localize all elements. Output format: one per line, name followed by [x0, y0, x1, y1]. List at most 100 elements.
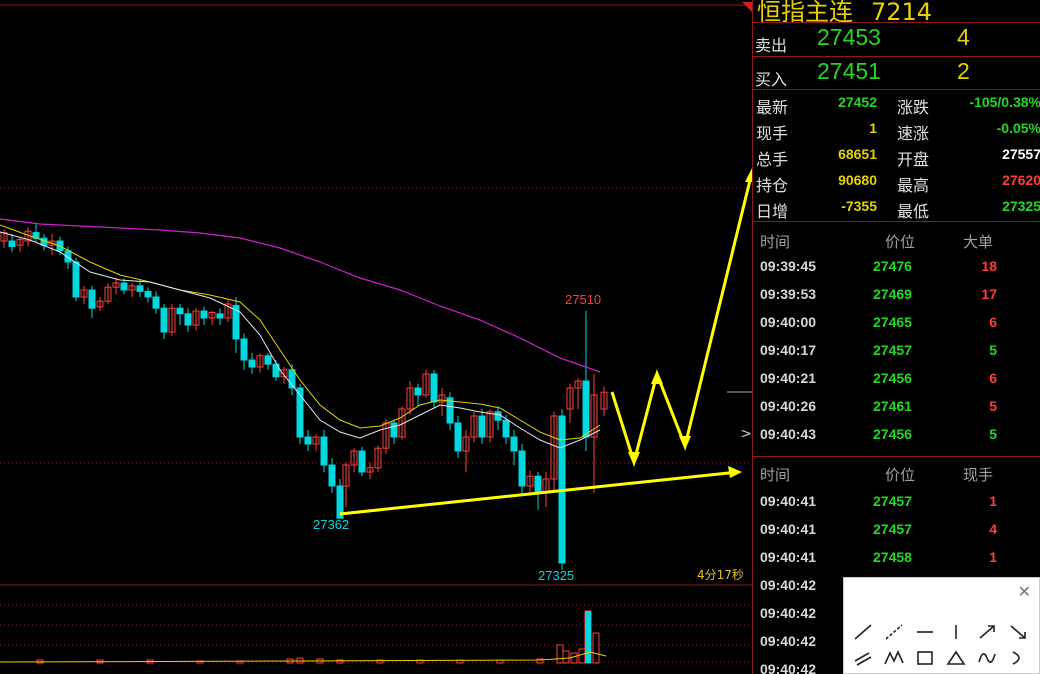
tick-time: 09:40:41: [760, 521, 817, 537]
stat-label: 速涨: [897, 124, 930, 143]
projection-path: [610, 171, 752, 468]
stat-label: 开盘: [897, 150, 930, 169]
col-time-header: 时间: [760, 466, 791, 484]
quote-stat-row: 最新 27452 涨跌 -105/0.38%: [753, 90, 1040, 117]
tick-price: 27457: [873, 521, 912, 537]
stat-label: 最新: [756, 98, 789, 117]
candle-body: [304, 436, 312, 445]
stat-value: -105/0.38%: [969, 94, 1040, 110]
big-order-row[interactable]: 09:40:26 27461 5: [753, 392, 1040, 420]
candle-body: [502, 419, 510, 438]
candle-body: [200, 310, 208, 319]
stat-value: 27557: [1002, 146, 1040, 162]
tick-volume: 4: [989, 521, 997, 537]
big-order-row[interactable]: 09:40:43 27456 5: [753, 420, 1040, 448]
tick-volume: 1: [989, 549, 997, 565]
corner-marker: [742, 2, 752, 12]
candle-body: [240, 338, 248, 361]
stat-label: 最低: [897, 202, 930, 221]
ask-label: 卖出: [755, 36, 788, 55]
order-time: 09:40:00: [760, 314, 817, 330]
quote-stat-row: 持仓 90680 最高 27620: [753, 168, 1040, 195]
vertical-line-icon[interactable]: [945, 622, 967, 642]
quote-stat-row: 现手 1 速涨 -0.05%: [753, 116, 1040, 143]
arrow-down-right-icon[interactable]: [1007, 622, 1029, 642]
col-time-header: 时间: [760, 233, 791, 251]
order-volume: 5: [989, 426, 997, 442]
close-icon[interactable]: ✕: [1018, 582, 1031, 601]
volume-bar: [585, 611, 591, 663]
order-price: 27461: [873, 398, 912, 414]
stat-value: 27620: [1002, 172, 1040, 188]
big-order-row[interactable]: 09:39:53 27469 17: [753, 280, 1040, 308]
stat-value: -0.05%: [996, 120, 1040, 136]
arrow-up-right-icon[interactable]: [976, 622, 998, 642]
line-tool-icon[interactable]: [852, 622, 874, 642]
candle-body: [72, 261, 80, 298]
big-order-row[interactable]: 09:40:21 27456 6: [753, 364, 1040, 392]
candle-body: [216, 313, 224, 319]
order-price: 27456: [873, 426, 912, 442]
order-volume: 18: [981, 258, 997, 274]
candle-body: [510, 436, 518, 452]
kline-chart[interactable]: > 27510 27362 27325 4分17秒: [0, 0, 752, 674]
stat-value: -7355: [841, 198, 877, 214]
bid-qty: 2: [957, 58, 970, 84]
tick-time: 09:40:41: [760, 493, 817, 509]
arc-icon[interactable]: [1007, 648, 1029, 668]
ticks-header: 时间 价位 现手: [753, 462, 1040, 486]
candle-body: [264, 355, 272, 365]
stat-value: 90680: [838, 172, 877, 188]
instrument-code: 7214: [871, 0, 933, 22]
tick-time: 09:40:42: [760, 605, 817, 621]
order-time: 09:40:17: [760, 342, 817, 358]
stat-value: 27325: [1002, 198, 1040, 214]
big-order-row[interactable]: 09:40:17 27457 5: [753, 336, 1040, 364]
ask-price: 27453: [817, 24, 881, 50]
projection-arrowhead: [745, 168, 752, 182]
order-time: 09:40:21: [760, 370, 817, 386]
projection-arrowhead: [679, 436, 691, 450]
horizontal-line-icon[interactable]: [914, 622, 936, 642]
candle-body: [320, 436, 328, 466]
tick-row[interactable]: 09:40:41 27457 1: [753, 487, 1040, 515]
sine-icon[interactable]: [976, 648, 998, 668]
col-volume-header: 现手: [963, 466, 994, 484]
candle-body: [176, 307, 184, 315]
low-price-label-right: 27325: [538, 568, 575, 583]
candle-body: [328, 464, 336, 487]
triangle-icon[interactable]: [945, 648, 967, 668]
tick-row[interactable]: 09:40:41 27458 1: [753, 543, 1040, 571]
candle-body: [494, 411, 502, 421]
order-volume: 6: [989, 370, 997, 386]
parallel-lines-icon[interactable]: [852, 648, 874, 668]
big-orders-header: 时间 价位 大单: [753, 229, 1040, 253]
big-order-row[interactable]: 09:39:45 27476 18: [753, 252, 1040, 280]
candle-body: [88, 289, 96, 309]
order-volume: 6: [989, 314, 997, 330]
volume-bar: [592, 632, 600, 664]
bid-label: 买入: [755, 70, 788, 89]
rectangle-icon[interactable]: [914, 648, 936, 668]
stat-label: 总手: [756, 150, 789, 169]
quote-stat-row: 日增 -7355 最低 27325: [753, 194, 1040, 221]
stat-label: 最高: [897, 176, 930, 195]
volume-bar: [578, 648, 586, 664]
wave-icon[interactable]: [883, 648, 905, 668]
high-price-label: 27510: [565, 292, 602, 307]
tick-row[interactable]: 09:40:41 27457 4: [753, 515, 1040, 543]
candle-body: [454, 422, 462, 452]
volume-bar: [562, 650, 570, 664]
big-order-row[interactable]: 09:40:00 27465 6: [753, 308, 1040, 336]
stat-label: 持仓: [756, 176, 789, 195]
candle-body: [358, 450, 366, 473]
candle-body: [144, 290, 152, 298]
bid-row: 买入 27451 2: [753, 56, 1040, 90]
projection-arrowhead: [628, 452, 640, 466]
candle-body: [478, 415, 486, 438]
projection-arrowhead: [651, 370, 663, 384]
stat-value: 27452: [838, 94, 877, 110]
kline-chart-canvas[interactable]: >: [0, 0, 752, 674]
ray-tool-icon[interactable]: [883, 622, 905, 642]
quote-stat-row: 总手 68651 开盘 27557: [753, 142, 1040, 169]
